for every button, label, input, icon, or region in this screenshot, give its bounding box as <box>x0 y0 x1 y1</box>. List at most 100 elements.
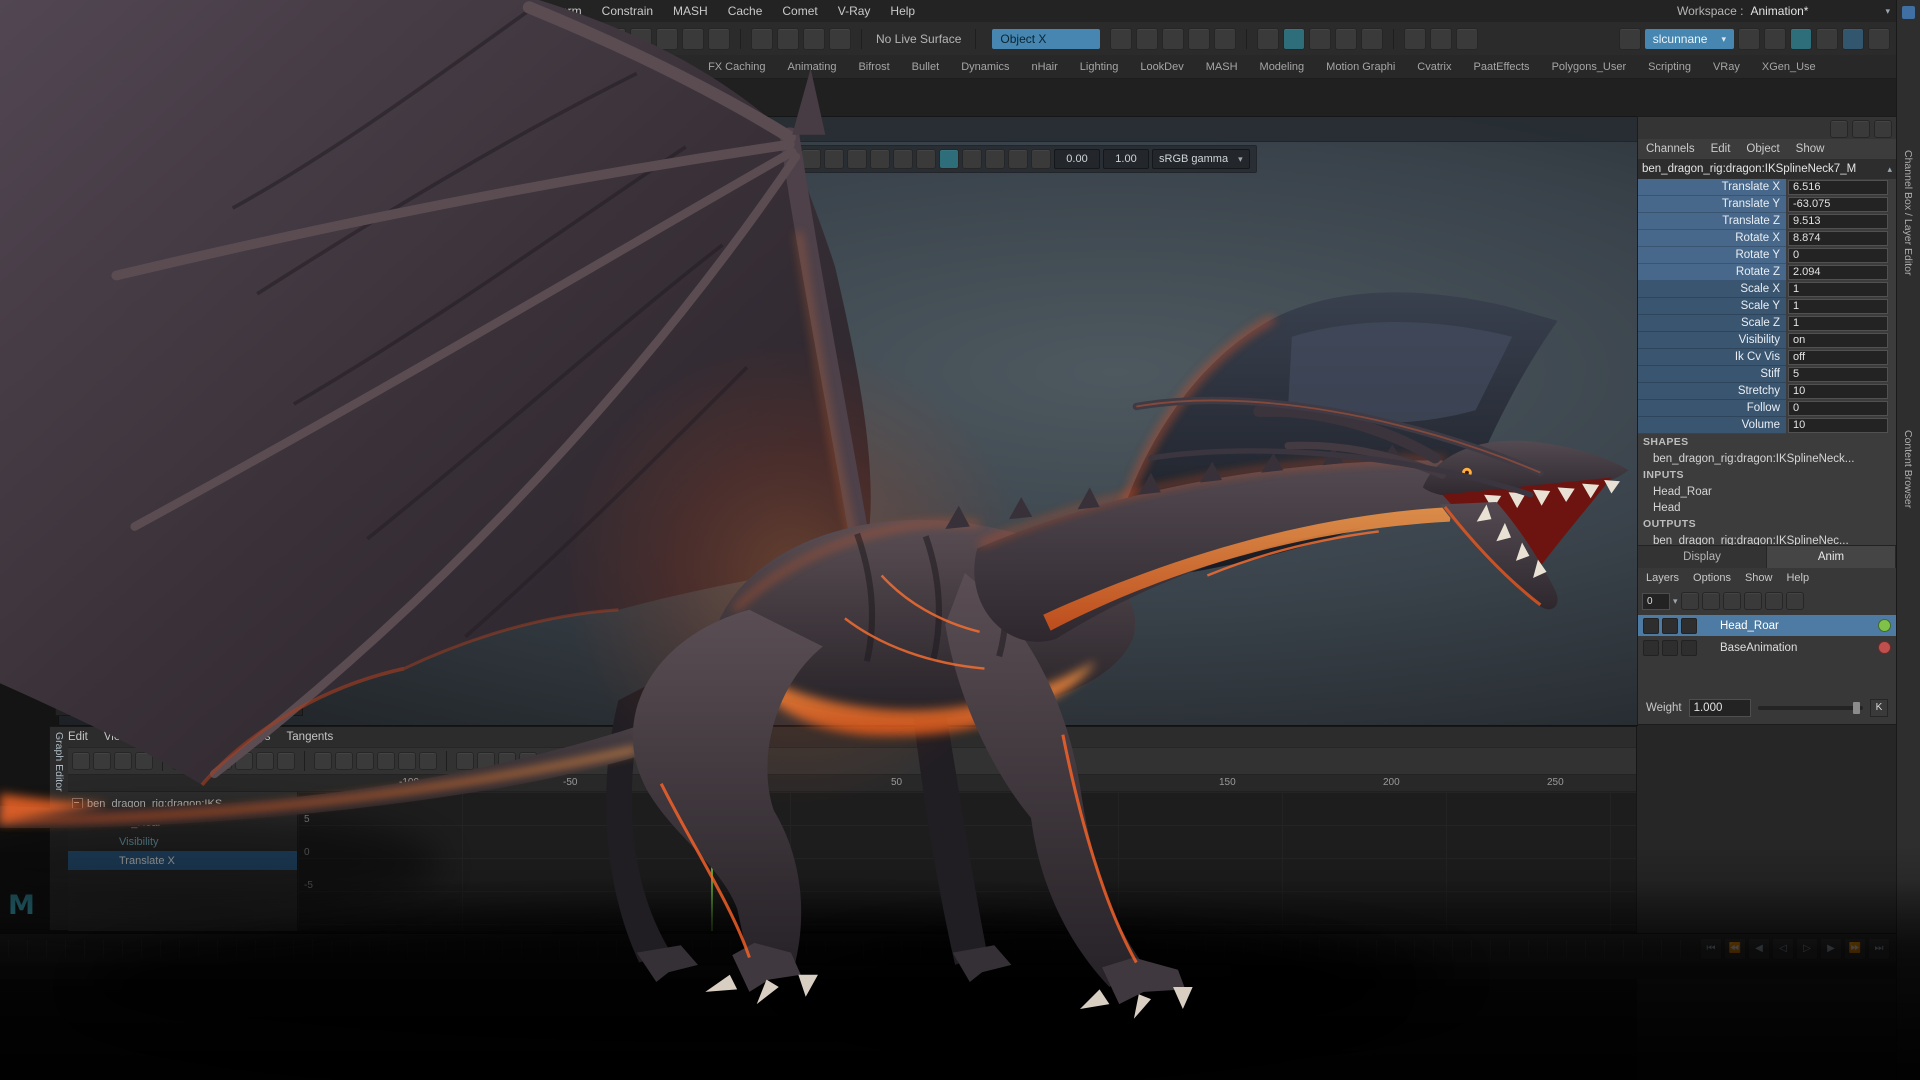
move-layer-down-icon[interactable] <box>1744 592 1762 610</box>
graph-toolbar-icon[interactable] <box>456 752 474 770</box>
channel-name[interactable]: Translate Y <box>1638 196 1786 213</box>
shelf-tab[interactable]: FX Caching <box>708 61 765 73</box>
channel-row[interactable]: Visibility on <box>1638 332 1896 349</box>
camera-attributes-icon[interactable] <box>824 149 844 169</box>
graph-toolbar-icon[interactable] <box>419 752 437 770</box>
shelf-tab[interactable]: nHair <box>1031 61 1057 73</box>
history-icon[interactable] <box>1619 28 1641 50</box>
create-layer-from-selected-icon[interactable] <box>1702 592 1720 610</box>
channel-value-field[interactable]: on <box>1788 333 1888 348</box>
graph-toolbar-icon[interactable] <box>335 752 353 770</box>
shelf-tab[interactable]: Lighting <box>1080 61 1119 73</box>
shelf-tab[interactable]: PaatEffects <box>1474 61 1530 73</box>
graph-editor-menu[interactable]: Tangents <box>287 731 334 743</box>
graph-outliner-item[interactable]: ben_dragon_rig:dragon:IKS <box>68 794 297 813</box>
hypershade-icon[interactable] <box>1764 28 1786 50</box>
anim-evaluation-icon[interactable] <box>1430 28 1452 50</box>
playback-button[interactable]: ▷ <box>1796 938 1818 960</box>
graph-toolbar-icon[interactable] <box>519 752 537 770</box>
channel-key-icon[interactable] <box>1852 120 1870 138</box>
channel-row[interactable]: Follow 0 <box>1638 400 1896 417</box>
channel-value-field[interactable]: 5 <box>1788 367 1888 382</box>
object-mode-icon[interactable] <box>777 28 799 50</box>
render-icon[interactable] <box>1283 28 1305 50</box>
shelf-tab[interactable]: MASH <box>1206 61 1238 73</box>
graph-toolbar-icon[interactable] <box>498 752 516 770</box>
layer-mute-icon[interactable] <box>1643 618 1659 634</box>
graph-editor-menu[interactable]: Select <box>145 731 177 743</box>
layer-editor-tab[interactable]: Anim <box>1767 546 1896 568</box>
channel-name[interactable]: Volume <box>1638 417 1786 434</box>
graph-editor-menu[interactable]: Curves <box>193 731 229 743</box>
graph-editor-menu[interactable]: View <box>104 731 129 743</box>
channel-box-menu[interactable]: Show <box>1796 143 1825 155</box>
input-node-item[interactable]: Head_Roar <box>1638 484 1896 500</box>
menu-item[interactable]: V-Ray <box>829 1 880 21</box>
layer-state-dot[interactable] <box>1878 619 1891 632</box>
bookmark-icon[interactable] <box>847 149 867 169</box>
weight-field[interactable]: 1.000 <box>1689 699 1751 717</box>
gamma-field[interactable]: 1.00 <box>1103 149 1149 169</box>
channel-value-field[interactable]: 1 <box>1788 282 1888 297</box>
channel-value-field[interactable]: 10 <box>1788 384 1888 399</box>
menu-item[interactable]: Cache <box>719 1 772 21</box>
channel-name[interactable]: Rotate Z <box>1638 264 1786 281</box>
channel-name[interactable]: Translate Z <box>1638 213 1786 230</box>
channel-name[interactable]: Stretchy <box>1638 383 1786 400</box>
menu-item[interactable]: Constrain <box>593 1 662 21</box>
channel-row[interactable]: Stiff 5 <box>1638 366 1896 383</box>
screen-space-ao-icon[interactable] <box>1031 149 1051 169</box>
snap-view-plane-icon[interactable] <box>1214 28 1236 50</box>
snap-point-icon[interactable] <box>1162 28 1184 50</box>
menu-item[interactable]: orm <box>552 1 591 21</box>
pan-zoom-icon[interactable] <box>893 149 913 169</box>
channel-value-field[interactable]: 2.094 <box>1788 265 1888 280</box>
current-time-marker[interactable] <box>711 792 713 931</box>
scroll-right-icon[interactable]: ▸ <box>288 701 302 715</box>
modeling-toolkit-icon[interactable] <box>1738 28 1760 50</box>
shaded-icon[interactable] <box>939 149 959 169</box>
channel-value-field[interactable]: 1 <box>1788 299 1888 314</box>
zero-weight-layer-icon[interactable] <box>1786 592 1804 610</box>
open-scene-icon[interactable] <box>578 28 600 50</box>
channel-name[interactable]: Translate X <box>1638 179 1786 196</box>
layer-state-dot[interactable] <box>1878 641 1891 654</box>
redo-icon[interactable] <box>656 28 678 50</box>
graph-toolbar-icon[interactable] <box>398 752 416 770</box>
select-camera-icon[interactable] <box>778 149 798 169</box>
new-scene-icon[interactable] <box>552 28 574 50</box>
graph-curve-area[interactable]: 50-5 <box>298 792 1636 931</box>
channel-row[interactable]: Translate Y -63.075 <box>1638 196 1896 213</box>
shelf-tab[interactable]: Polygons_User <box>1552 61 1627 73</box>
channel-row[interactable]: Rotate Z 2.094 <box>1638 264 1896 281</box>
layer-editor-menu[interactable]: Layers <box>1646 572 1679 584</box>
channel-row[interactable]: Translate X 6.516 <box>1638 179 1896 196</box>
channel-box-menu[interactable]: Channels <box>1646 143 1695 155</box>
channel-row[interactable]: Scale Y 1 <box>1638 298 1896 315</box>
create-layer-icon[interactable] <box>1681 592 1699 610</box>
make-live-icon[interactable] <box>1257 28 1279 50</box>
lights-icon[interactable] <box>985 149 1005 169</box>
workspace-selector[interactable]: Workspace : Animation* ▾ <box>1677 4 1890 18</box>
ipr-render-icon[interactable] <box>1309 28 1331 50</box>
channel-value-field[interactable]: off <box>1788 350 1888 365</box>
current-frame-field[interactable] <box>716 751 746 771</box>
layer-editor-menu[interactable]: Show <box>1745 572 1773 584</box>
viewport-panel[interactable]: 0.00 1.00 sRGB gamma ▾ <box>58 116 1638 726</box>
save-scene-icon[interactable] <box>604 28 626 50</box>
show-manipulator-icon[interactable] <box>1874 120 1892 138</box>
graph-toolbar-icon[interactable] <box>214 752 232 770</box>
channel-name[interactable]: Ik Cv Vis <box>1638 349 1786 366</box>
playback-button[interactable]: ⏩ <box>1844 938 1866 960</box>
graph-editor-vertical-label[interactable]: Graph Editor <box>53 732 65 792</box>
lock-camera-icon[interactable] <box>801 149 821 169</box>
shape-node-item[interactable]: ben_dragon_rig:dragon:IKSplineNeck... <box>1638 451 1896 467</box>
playback-button[interactable]: ⏮ <box>1700 938 1722 960</box>
layer-editor-menu[interactable]: Help <box>1786 572 1809 584</box>
menu-item[interactable]: Help <box>881 1 924 21</box>
weight-slider-thumb[interactable] <box>1853 702 1860 714</box>
playback-button[interactable]: ⏭ <box>1868 938 1890 960</box>
channel-value-field[interactable]: 6.516 <box>1788 180 1888 195</box>
channel-row[interactable]: Rotate Y 0 <box>1638 247 1896 264</box>
channel-name[interactable]: Rotate Y <box>1638 247 1786 264</box>
